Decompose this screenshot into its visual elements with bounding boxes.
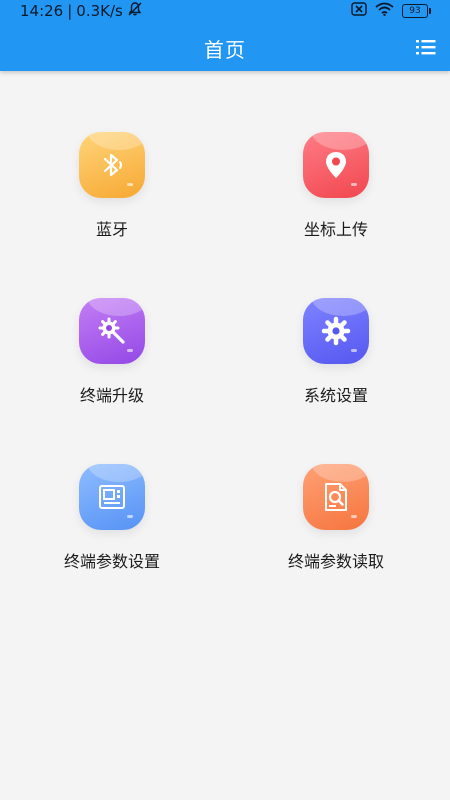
- grid-item-bluetooth[interactable]: 蓝牙: [32, 132, 192, 252]
- document-search-icon: [325, 483, 347, 511]
- status-network-speed: 0.3K/s: [76, 2, 123, 20]
- system-settings-tile: [303, 298, 369, 364]
- grid-item-terminal-param-settings[interactable]: 终端参数设置: [32, 464, 192, 584]
- terminal-device-icon: [99, 485, 125, 509]
- grid-item-label: 终端参数读取: [287, 552, 384, 571]
- battery-icon: 93: [402, 4, 431, 18]
- grid-item-label: 系统设置: [303, 386, 368, 405]
- status-left: 14:26 | 0.3K/s: [20, 1, 143, 21]
- terminal-param-read-tile: [303, 464, 369, 530]
- app-bar: 14:26 | 0.3K/s 93 首页: [0, 0, 450, 71]
- mute-icon: [127, 1, 143, 21]
- status-right: 93: [351, 2, 431, 20]
- grid-item-system-settings[interactable]: 系统设置: [256, 298, 416, 418]
- status-separator: |: [67, 2, 73, 20]
- status-time: 14:26: [20, 2, 64, 20]
- terminal-upgrade-tile: [79, 298, 145, 364]
- grid-item-label: 坐标上传: [303, 220, 368, 239]
- bluetooth-tile: [79, 132, 145, 198]
- list-menu-button[interactable]: [415, 38, 437, 56]
- terminal-param-settings-tile: [79, 464, 145, 530]
- bluetooth-icon: [103, 153, 122, 177]
- grid-item-terminal-upgrade[interactable]: 终端升级: [32, 298, 192, 418]
- gear-wrench-icon: [98, 317, 125, 344]
- sim-off-icon: [351, 2, 367, 20]
- grid-item-label: 终端参数设置: [63, 552, 160, 571]
- location-pin-icon: [326, 152, 346, 178]
- gear-icon: [321, 316, 351, 346]
- grid-item-terminal-param-read[interactable]: 终端参数读取: [256, 464, 416, 584]
- page-title: 首页: [204, 38, 246, 62]
- status-bar: 14:26 | 0.3K/s 93: [0, 0, 450, 22]
- list-menu-icon: [416, 40, 436, 55]
- grid-item-label: 终端升级: [79, 386, 144, 405]
- location-upload-tile: [303, 132, 369, 198]
- grid-item-location-upload[interactable]: 坐标上传: [256, 132, 416, 252]
- wifi-icon: [375, 2, 394, 20]
- grid-item-label: 蓝牙: [95, 220, 128, 239]
